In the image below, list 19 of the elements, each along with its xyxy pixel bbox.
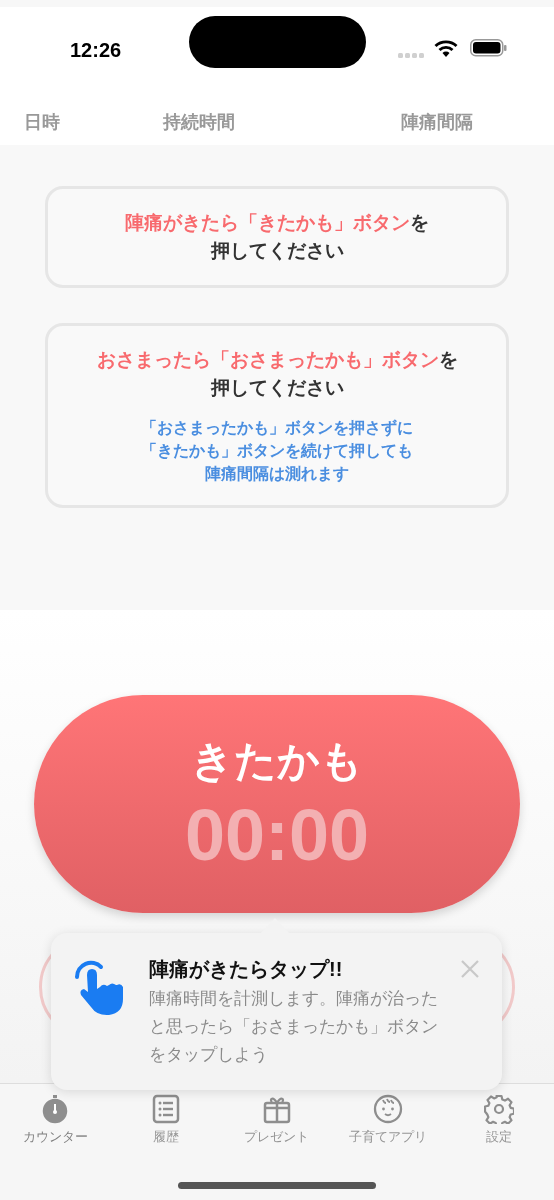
close-icon: [460, 959, 480, 979]
tab-item[interactable]: 子育てアプリ: [332, 1094, 444, 1147]
tab-item[interactable]: プレゼント: [221, 1094, 333, 1147]
instruction-text: 陣痛がきたら「きたかも」ボタンを 押してください: [125, 211, 429, 263]
instruction-text: おさまったら「おさまったかも」ボタンを 押してください: [96, 348, 458, 400]
tab-item[interactable]: 設定: [443, 1094, 554, 1147]
column-header: 陣痛間隔: [401, 111, 473, 134]
start-button[interactable]: きたかも 00:00: [34, 695, 520, 913]
status-time: 12:26: [70, 38, 122, 63]
tab-item[interactable]: カウンター: [0, 1094, 111, 1147]
column-header: 日時: [24, 111, 60, 134]
tab-item[interactable]: 履歴: [110, 1094, 222, 1147]
wifi-icon: [434, 39, 458, 57]
battery-icon: [470, 39, 507, 57]
note-text: 「おさまったかも」ボタンを押さずに 「きたかも」ボタンを続けて押しても 陣痛間隔は測れます: [141, 418, 413, 484]
tooltip-title: 陣痛がきたらタップ!!: [149, 957, 344, 982]
tooltip-body: 陣痛時間を計測します。陣痛が治ったと思ったら「おさまったかも」ボタンをタップしよう: [149, 988, 439, 1066]
signal-icon: [398, 53, 426, 59]
column-header: 持続時間: [163, 111, 235, 134]
